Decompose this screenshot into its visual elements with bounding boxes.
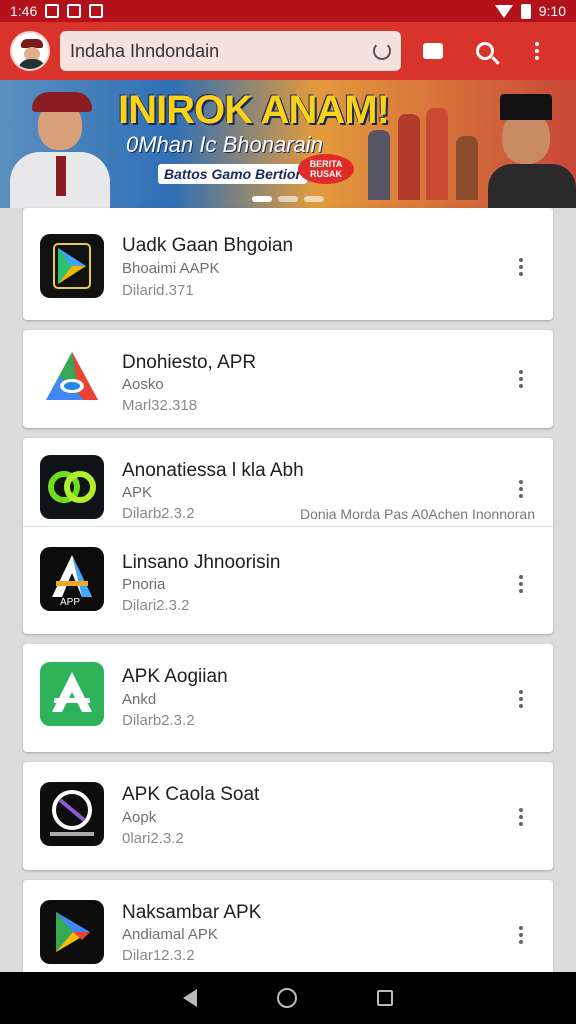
recent-apps-icon[interactable] [377,990,393,1006]
app-title: Naksambar APK [122,902,262,923]
search-button[interactable] [465,31,505,71]
overflow-menu-button[interactable] [517,31,557,71]
play-store-icon [40,234,104,298]
list-item[interactable]: Anonatiessa l kla Abh APK Dilarb2.3.2 Do… [23,438,553,526]
app-title: APK Caola Soat [122,784,260,805]
app-subtitle: Ankd [122,691,157,708]
clock-left: 1:46 [10,3,38,19]
app-version: Marl32.318 [122,397,198,414]
banner-badge: BERITA RUSAK [298,154,354,184]
promo-banner[interactable]: INIROK ANAM! 0Mhan Ic Bhonarain Battos G… [0,80,576,208]
app-title: Uadk Gaan Bhgoian [122,235,294,256]
app-card[interactable]: APK Aogiian Ankd Dilarb2.3.2 [23,644,553,752]
more-vert-icon[interactable] [519,575,525,593]
app-subtitle: APK [122,484,153,501]
search-icon [476,42,494,60]
notification-icon [45,4,60,18]
soldier-illustration-left [0,90,110,208]
svg-text:APP: APP [60,597,80,608]
app-title: Anonatiessa l kla Abh [122,460,304,481]
app-subtitle: Aosko [122,376,164,393]
search-input[interactable] [70,40,360,62]
list-item[interactable]: Naksambar APK Andiamal APK Dilar12.3.2 [23,880,553,972]
app-title: Dnohiesto, APR [122,352,257,373]
app-card[interactable]: Naksambar APK Andiamal APK Dilar12.3.2 [23,880,553,972]
app-list: Uadk Gaan Bhgoian Bhoaimi AAPK Dilarid.3… [0,208,576,972]
system-navigation-bar [0,972,576,1024]
app-version: Dilarb2.3.2 [122,712,195,729]
banner-subtitle: 0Mhan Ic Bhonarain [126,132,323,157]
app-bar [0,22,576,80]
list-item[interactable]: Dnohiesto, APR Aosko Marl32.318 [23,330,553,428]
app-subtitle: Aopk [122,809,157,826]
app-version: Dilar12.3.2 [122,947,195,964]
more-vert-icon[interactable] [519,480,525,498]
more-vert-icon[interactable] [519,926,525,944]
green-loop-icon [40,455,104,519]
list-item[interactable]: APP Linsano Jhnoorisin Pnoria Dilari2.3.… [23,527,553,634]
app-title: Linsano Jhnoorisin [122,552,281,573]
app-subtitle: Pnoria [122,576,166,593]
more-vert-icon [535,42,539,60]
photo-notification-icon [89,4,104,18]
app-subtitle: Bhoaimi AAPK [122,260,220,277]
download-button[interactable] [413,31,453,71]
wifi-icon [494,4,513,18]
banner-headline: INIROK ANAM! [118,88,390,132]
app-version: Dilarid.371 [122,282,194,299]
app-store-a-icon [40,662,104,726]
app-title: APK Aogiian [122,666,228,687]
list-item[interactable]: Uadk Gaan Bhgoian Bhoaimi AAPK Dilarid.3… [23,208,553,320]
app-a-icon: APP [40,547,104,611]
avatar[interactable] [10,31,50,71]
app-extra-text: Donia Morda Pas A0Achen Inonnoran [299,506,535,522]
app-version: Dilari2.3.2 [122,597,190,614]
app-card[interactable]: APK Caola Soat Aopk 0lari2.3.2 [23,762,553,870]
soldier-illustration-right [482,90,576,208]
back-icon[interactable] [183,989,197,1007]
app-version: 0lari2.3.2 [122,830,184,847]
more-vert-icon[interactable] [519,808,525,826]
more-vert-icon[interactable] [519,690,525,708]
refresh-icon[interactable] [373,42,391,60]
image-notification-icon [67,4,82,18]
list-item[interactable]: APK Aogiian Ankd Dilarb2.3.2 [23,644,553,752]
banner-tagline: Battos Gamo Bertior [158,164,307,184]
more-vert-icon[interactable] [519,258,525,276]
play-triangle-icon [40,900,104,964]
list-item[interactable]: APK Caola Soat Aopk 0lari2.3.2 [23,762,553,870]
app-card[interactable]: Uadk Gaan Bhgoian Bhoaimi AAPK Dilarid.3… [23,208,553,320]
app-card[interactable]: Anonatiessa l kla Abh APK Dilarb2.3.2 Do… [23,438,553,634]
circle-slash-icon [40,782,104,846]
carousel-indicator[interactable] [252,196,324,202]
status-bar: 1:46 9:10 [0,0,576,22]
app-subtitle: Andiamal APK [122,926,218,943]
drive-triangle-icon [40,346,104,410]
search-bar[interactable] [60,31,401,71]
app-version: Dilarb2.3.2 [122,505,195,522]
clock-right: 9:10 [538,3,566,19]
download-icon [423,43,443,59]
battery-icon [520,3,531,19]
home-icon[interactable] [277,988,297,1008]
app-card[interactable]: Dnohiesto, APR Aosko Marl32.318 [23,330,553,428]
more-vert-icon[interactable] [519,370,525,388]
soldier-group-illustration [360,100,480,200]
